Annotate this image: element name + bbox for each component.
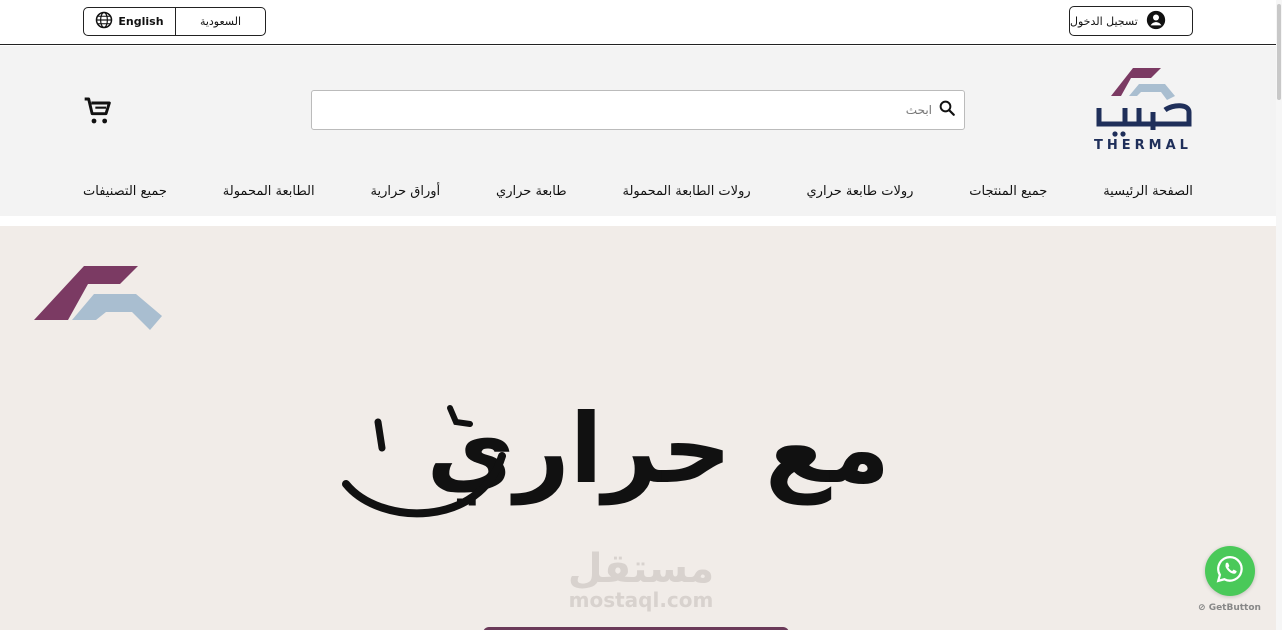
cart-icon[interactable]: [82, 95, 114, 127]
nav-item-portable-printer-rolls[interactable]: رولات الطابعة المحمولة: [622, 184, 750, 206]
login-button[interactable]: تسجيل الدخول: [1069, 6, 1193, 36]
hero-title: مع حراري: [340, 386, 900, 526]
getbutton-label: GetButton: [1208, 603, 1261, 613]
nav-item-home[interactable]: الصفحة الرئيسية: [1103, 184, 1193, 206]
top-bar: English السعودية تسجيل الدخول: [0, 0, 1282, 45]
nav-item-thermal-papers[interactable]: أوراق حرارية: [370, 184, 440, 206]
brand-logo-text: THERMAL: [1094, 138, 1192, 153]
nav-item-thermal-rolls[interactable]: رولات طابعة حراري: [807, 184, 914, 206]
search-icon[interactable]: [938, 99, 956, 121]
watermark-arabic: مستقل: [567, 546, 715, 592]
nav-item-all-products[interactable]: جميع المنتجات: [969, 184, 1047, 206]
language-english-label: English: [118, 15, 164, 28]
login-label: تسجيل الدخول: [1070, 14, 1138, 28]
hero-banner: مع حراري مستقل mostaql.com: [0, 226, 1282, 630]
user-circle-icon: [1146, 10, 1166, 33]
hero-logo-mark: [32, 264, 164, 332]
country-selector[interactable]: السعودية: [176, 8, 265, 35]
search-input[interactable]: [632, 103, 932, 117]
main-navigation: الصفحة الرئيسية جميع المنتجات رولات طابع…: [83, 184, 1193, 206]
site-header: THERMAL الصفحة الرئيسية جميع المنتجات رو…: [0, 46, 1282, 216]
globe-icon: [95, 11, 113, 32]
page-scrollbar[interactable]: [1276, 0, 1282, 630]
watermark: مستقل mostaql.com: [560, 548, 722, 610]
getbutton-credit[interactable]: ⊘ GetButton: [1198, 603, 1268, 613]
nav-item-all-categories[interactable]: جميع التصنيفات: [83, 184, 167, 206]
watermark-domain: mostaql.com: [568, 588, 714, 612]
getbutton-logo-icon: ⊘: [1198, 603, 1206, 613]
language-english-button[interactable]: English: [84, 8, 176, 35]
whatsapp-chat-button[interactable]: [1205, 546, 1255, 596]
language-switcher: English السعودية: [83, 7, 266, 36]
search-bar: [311, 90, 965, 130]
nav-item-thermal-printer[interactable]: طابعة حراري: [496, 184, 567, 206]
hero-title-text: مع حراري: [427, 393, 891, 505]
scrollbar-thumb[interactable]: [1277, 4, 1281, 100]
nav-item-portable-printer[interactable]: الطابعة المحمولة: [223, 184, 315, 206]
divider: [0, 216, 1282, 226]
whatsapp-icon: [1215, 554, 1245, 588]
